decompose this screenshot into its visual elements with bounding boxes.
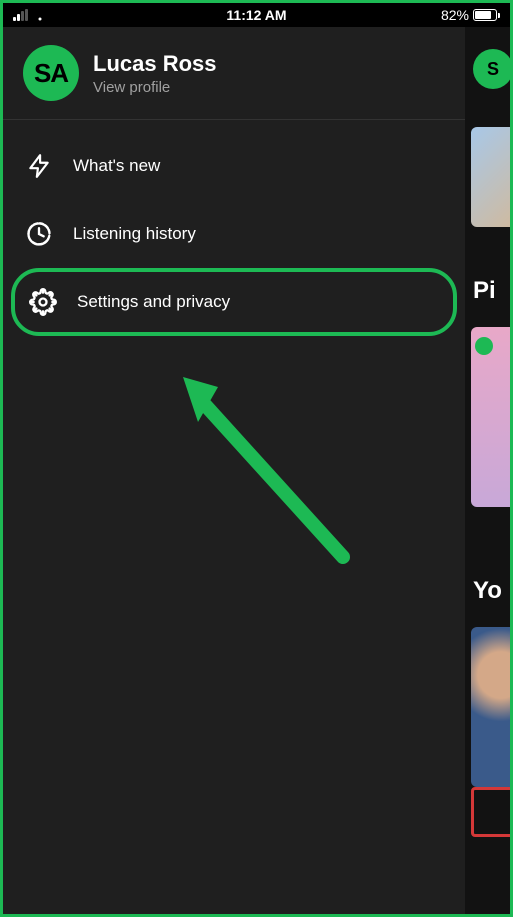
profile-section[interactable]: SA Lucas Ross View profile	[3, 27, 465, 120]
menu: What's new Listening history	[3, 120, 465, 348]
background-content-peek: S Pi Yo	[465, 27, 510, 914]
peek-avatar: S	[473, 49, 510, 89]
peek-card	[471, 127, 510, 227]
menu-item-listening-history[interactable]: Listening history	[3, 200, 465, 268]
profile-info: Lucas Ross View profile	[93, 51, 217, 96]
gear-icon	[29, 288, 57, 316]
menu-item-settings-privacy[interactable]: Settings and privacy	[11, 268, 457, 336]
content-area: SA Lucas Ross View profile What's new	[3, 27, 510, 914]
status-right: 82%	[441, 7, 500, 23]
spotify-icon	[475, 337, 493, 355]
battery-icon	[473, 9, 500, 21]
menu-label: What's new	[73, 156, 160, 176]
cellular-signal-icon	[13, 9, 28, 21]
peek-section-label: Pi	[473, 277, 496, 305]
menu-label: Listening history	[73, 224, 196, 244]
menu-label: Settings and privacy	[77, 292, 230, 312]
peek-card	[471, 327, 510, 507]
status-time: 11:12 AM	[226, 7, 286, 23]
peek-badge	[471, 787, 510, 837]
avatar: SA	[23, 45, 79, 101]
sidebar-drawer: SA Lucas Ross View profile What's new	[3, 27, 465, 914]
lightning-icon	[25, 152, 53, 180]
peek-card	[471, 627, 510, 787]
phone-frame: 11:12 AM 82% SA Lucas Ross View profile	[3, 3, 510, 914]
profile-name: Lucas Ross	[93, 51, 217, 77]
peek-section-label: Yo	[473, 577, 502, 605]
menu-item-whats-new[interactable]: What's new	[3, 132, 465, 200]
status-bar: 11:12 AM 82%	[3, 3, 510, 27]
battery-percent: 82%	[441, 7, 469, 23]
clock-icon	[25, 220, 53, 248]
status-left	[13, 9, 48, 21]
profile-subtitle: View profile	[93, 79, 217, 96]
